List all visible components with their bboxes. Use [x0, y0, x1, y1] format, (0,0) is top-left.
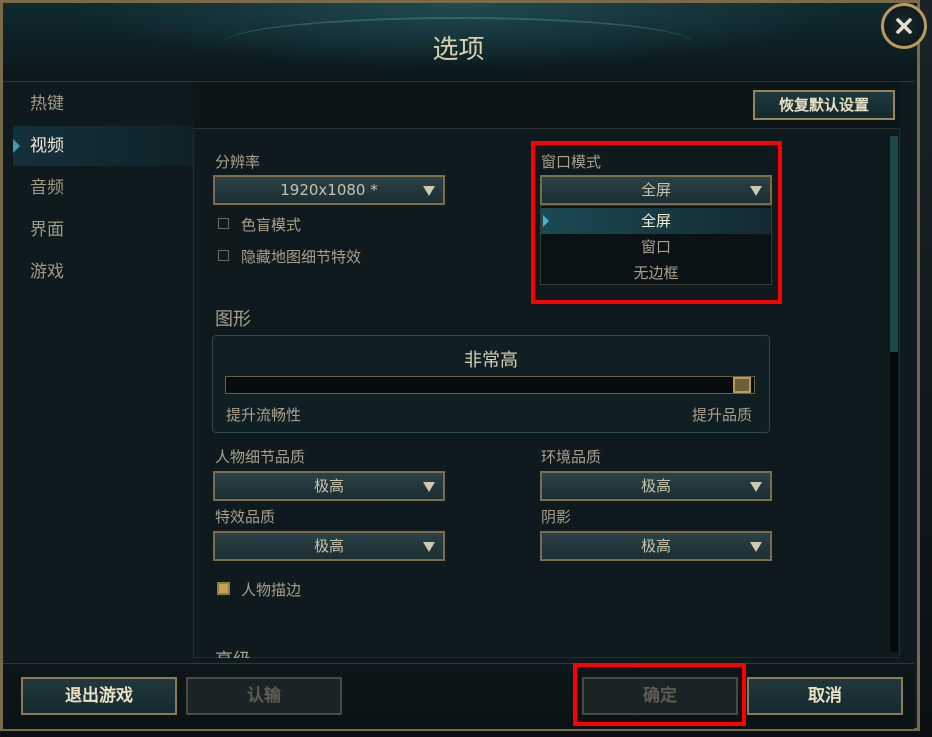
chevron-down-icon — [750, 542, 762, 552]
colorblind-label: 色盲模式 — [241, 216, 302, 234]
shadows-value: 极高 — [640, 537, 671, 555]
environment-quality-dropdown[interactable]: 极高 — [540, 471, 772, 501]
shadows-label: 阴影 — [541, 508, 572, 526]
chevron-down-icon — [423, 186, 435, 196]
character-outline-checkbox[interactable] — [217, 582, 230, 595]
sidebar-item-interface[interactable]: 界面 — [13, 210, 193, 250]
option-label: 窗口 — [640, 238, 671, 256]
effects-quality-label: 特效品质 — [215, 508, 276, 526]
resolution-label: 分辨率 — [215, 153, 261, 171]
surrender-button[interactable]: 认输 — [186, 677, 342, 715]
graphics-quality-value: 非常高 — [464, 350, 518, 371]
graphics-section-title: 图形 — [215, 309, 251, 330]
cancel-button[interactable]: 取消 — [747, 677, 903, 715]
advanced-section-clip: 高级 — [193, 640, 890, 658]
effects-quality-value: 极高 — [313, 537, 344, 555]
exit-game-button[interactable]: 退出游戏 — [21, 677, 177, 715]
option-label: 无边框 — [633, 264, 679, 282]
slider-right-label: 提升品质 — [692, 406, 753, 424]
window-mode-value: 全屏 — [640, 181, 671, 199]
chevron-down-icon — [423, 482, 435, 492]
sidebar-item-hotkeys[interactable]: 热键 — [13, 84, 193, 124]
resolution-value: 1920x1080 * — [280, 181, 378, 199]
page-title: 选项 — [432, 35, 485, 65]
sidebar-item-video[interactable]: 视频 — [13, 126, 193, 166]
window-mode-option-fullscreen[interactable]: 全屏 — [541, 208, 771, 234]
environment-quality-value: 极高 — [640, 477, 671, 495]
option-label: 全屏 — [640, 212, 671, 230]
chevron-down-icon — [750, 482, 762, 492]
sidebar-item-game[interactable]: 游戏 — [13, 252, 193, 292]
shadows-dropdown[interactable]: 极高 — [540, 531, 772, 561]
selected-arrow-icon — [13, 139, 20, 153]
sidebar-item-label: 热键 — [30, 94, 64, 114]
window-mode-option-windowed[interactable]: 窗口 — [541, 234, 771, 260]
window-mode-dropdown[interactable]: 全屏 — [540, 175, 772, 205]
resolution-dropdown[interactable]: 1920x1080 * — [213, 175, 445, 205]
title-bar: 选项 — [3, 3, 914, 82]
slider-left-label: 提升流畅性 — [226, 406, 302, 424]
character-quality-value: 极高 — [313, 477, 344, 495]
confirm-button[interactable]: 确定 — [582, 677, 738, 715]
sidebar-item-label: 音频 — [30, 178, 64, 198]
selected-arrow-icon — [543, 215, 549, 227]
character-quality-dropdown[interactable]: 极高 — [213, 471, 445, 501]
sidebar-item-label: 界面 — [30, 220, 64, 240]
chevron-down-icon — [750, 186, 762, 196]
effects-quality-dropdown[interactable]: 极高 — [213, 531, 445, 561]
scrollbar-thumb[interactable] — [890, 136, 898, 352]
sidebar-item-label: 游戏 — [30, 262, 64, 282]
advanced-section-title: 高级 — [215, 646, 251, 658]
hide-map-effects-checkbox[interactable] — [218, 250, 229, 261]
close-icon — [896, 18, 912, 34]
graphics-quality-slider[interactable] — [225, 376, 755, 394]
restore-defaults-button[interactable]: 恢复默认设置 — [753, 90, 895, 120]
graphics-quality-slider-handle[interactable] — [733, 377, 751, 393]
window-mode-label: 窗口模式 — [541, 153, 602, 171]
chevron-down-icon — [423, 542, 435, 552]
colorblind-checkbox[interactable] — [218, 218, 229, 229]
character-quality-label: 人物细节品质 — [215, 448, 306, 466]
character-outline-label: 人物描边 — [241, 581, 302, 599]
hide-map-effects-label: 隐藏地图细节特效 — [241, 248, 362, 266]
sidebar-item-label: 视频 — [30, 136, 64, 156]
close-button[interactable] — [881, 3, 927, 49]
window-mode-options: 全屏 窗口 无边框 — [540, 205, 772, 285]
window-mode-option-borderless[interactable]: 无边框 — [541, 260, 771, 286]
environment-quality-label: 环境品质 — [541, 448, 602, 466]
sidebar-item-sound[interactable]: 音频 — [13, 168, 193, 208]
